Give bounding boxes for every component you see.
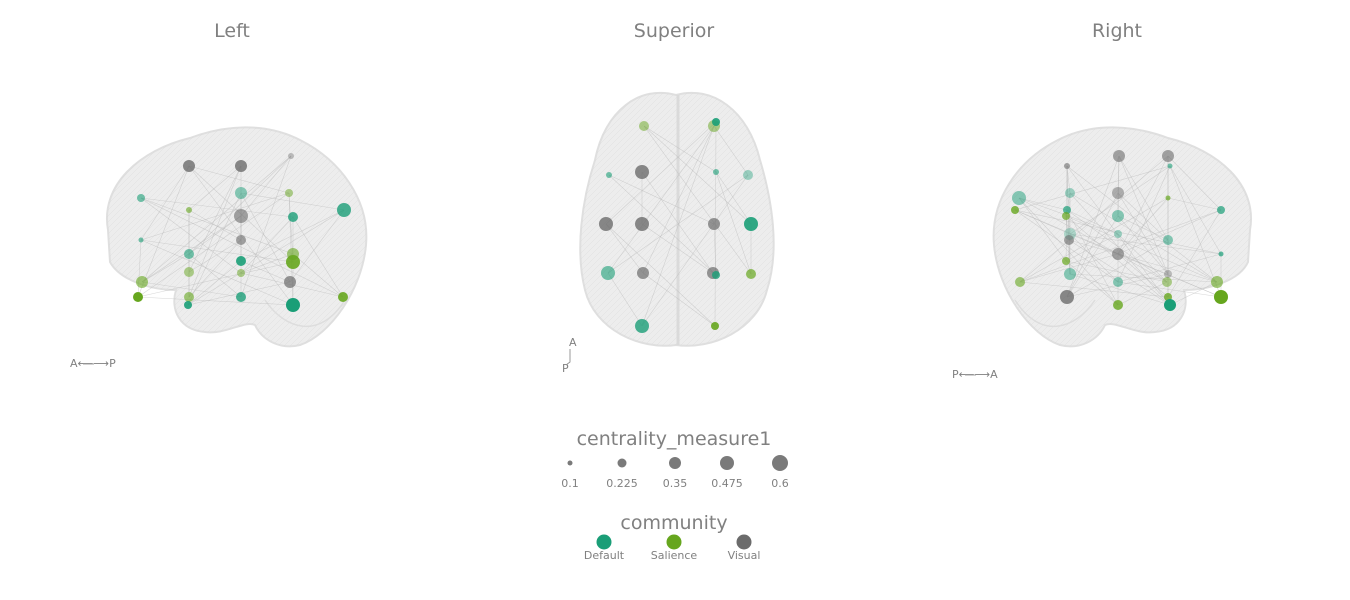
network-node-superior [713, 169, 719, 175]
network-node-superior [743, 170, 753, 180]
network-node-right [1164, 299, 1176, 311]
network-node-right [1112, 187, 1124, 199]
network-node-right [1113, 300, 1123, 310]
network-node-left [184, 292, 194, 302]
network-node-left [184, 267, 194, 277]
network-node-right [1165, 195, 1171, 201]
network-node-superior [639, 121, 649, 131]
size-legend-label: 0.1 [561, 477, 579, 490]
network-node-left [286, 298, 300, 312]
network-node-superior [635, 165, 649, 179]
network-node-right [1060, 290, 1074, 304]
network-node-superior [746, 269, 756, 279]
network-node-left [235, 160, 247, 172]
network-node-right [1113, 150, 1125, 162]
community-legend-dot [596, 534, 612, 550]
network-node-right [1217, 206, 1225, 214]
network-node-superior [635, 217, 649, 231]
network-node-left [137, 194, 145, 202]
network-node-superior [601, 266, 615, 280]
network-node-right [1064, 268, 1076, 280]
network-node-right [1162, 277, 1172, 287]
network-node-superior [599, 217, 613, 231]
network-node-left [133, 292, 143, 302]
community-legend-label: Default [583, 549, 625, 562]
network-node-left [235, 187, 247, 199]
network-node-left [184, 249, 194, 259]
size-legend-dot [617, 458, 627, 468]
network-node-left [288, 153, 294, 159]
size-legend-title: centrality_measure1 [576, 428, 772, 450]
size-legend-dot [720, 456, 734, 470]
network-node-left [288, 212, 298, 222]
network-node-right [1163, 235, 1173, 245]
network-node-left [186, 207, 192, 213]
brain-network-figure [83, 91, 1253, 376]
network-node-right [1211, 276, 1223, 288]
network-node-superior [711, 322, 719, 330]
network-node-right [1214, 290, 1228, 304]
network-node-right [1114, 230, 1122, 238]
network-node-right [1167, 163, 1173, 169]
network-node-left [183, 160, 195, 172]
community-legend-label: Salience [650, 549, 698, 562]
network-node-left [236, 235, 246, 245]
network-node-left [236, 256, 246, 266]
network-node-left [286, 255, 300, 269]
community-legend-title: community [620, 512, 728, 534]
size-legend-label: 0.475 [711, 477, 743, 490]
network-node-superior [637, 267, 649, 279]
network-node-right [1011, 206, 1019, 214]
size-legend-label: 0.6 [771, 477, 789, 490]
network-node-superior [712, 271, 720, 279]
community-legend-dot [666, 534, 682, 550]
community-legend-label: Visual [727, 549, 761, 562]
network-node-right [1218, 251, 1224, 257]
community-legend-dot [736, 534, 752, 550]
network-node-left [136, 276, 148, 288]
size-legend-label: 0.225 [606, 477, 638, 490]
brain-left-view [105, 126, 368, 348]
network-node-left [184, 301, 192, 309]
network-node-left [138, 237, 144, 243]
network-node-superior [635, 319, 649, 333]
network-node-left [337, 203, 351, 217]
network-node-right [1062, 257, 1070, 265]
network-node-superior [708, 218, 720, 230]
network-node-left [338, 292, 348, 302]
network-node-right [1113, 277, 1123, 287]
size-legend-dot [772, 455, 788, 471]
network-node-right [1012, 191, 1026, 205]
network-node-left [234, 209, 248, 223]
network-node-right [1112, 248, 1124, 260]
network-node-right [1015, 277, 1025, 287]
network-node-right [1164, 270, 1172, 278]
size-legend-dot [567, 460, 573, 466]
network-node-right [1062, 212, 1070, 220]
network-node-right [1064, 163, 1070, 169]
network-node-right [1065, 188, 1075, 198]
network-node-right [1064, 235, 1074, 245]
network-node-right [1162, 150, 1174, 162]
network-node-left [284, 276, 296, 288]
network-node-left [237, 269, 245, 277]
network-node-superior [606, 172, 612, 178]
network-node-superior [712, 118, 720, 126]
size-legend-dot [669, 457, 681, 469]
network-node-left [236, 292, 246, 302]
network-node-superior [744, 217, 758, 231]
size-legend-label: 0.35 [662, 477, 688, 490]
network-node-right [1112, 210, 1124, 222]
network-node-left [285, 189, 293, 197]
